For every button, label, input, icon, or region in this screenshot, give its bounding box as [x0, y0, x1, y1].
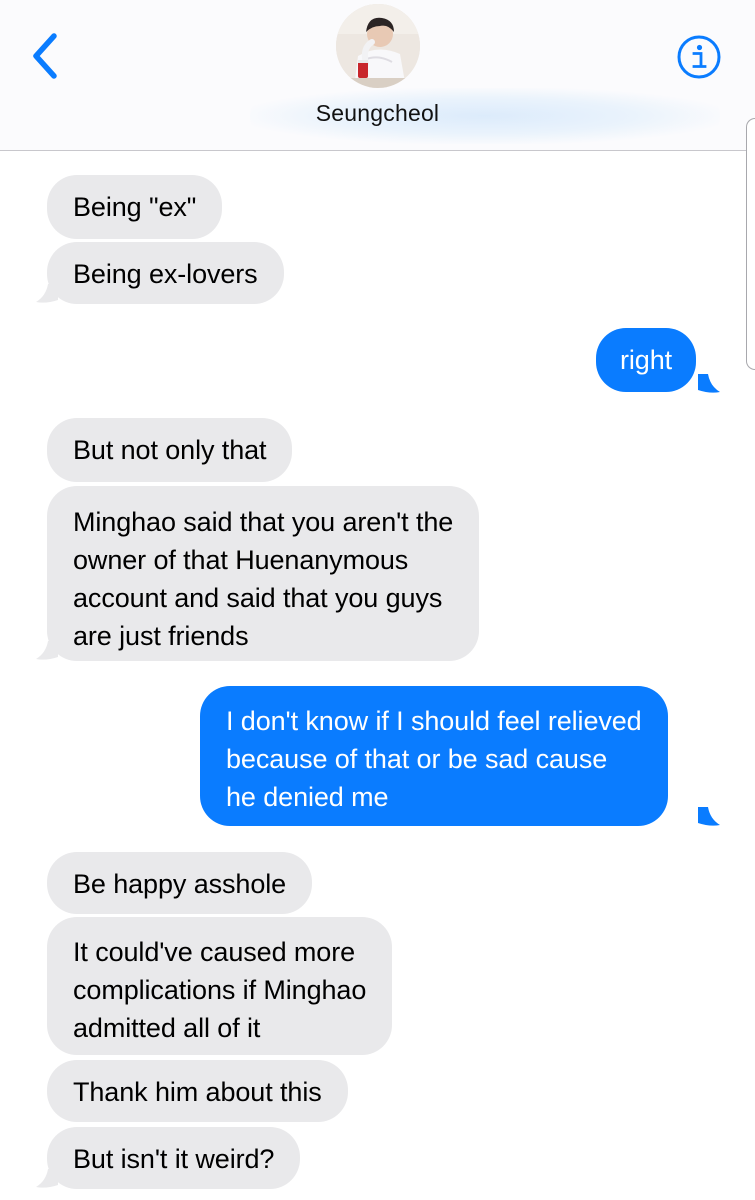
avatar[interactable]	[336, 4, 420, 88]
conversation-header: Seungcheol	[0, 0, 755, 150]
outgoing-bubble-tail	[698, 374, 720, 394]
incoming-message[interactable]: Being ex-lovers	[47, 242, 284, 304]
incoming-message[interactable]: But not only that	[47, 418, 293, 482]
outgoing-message[interactable]: right	[596, 328, 697, 392]
info-button[interactable]	[676, 34, 722, 80]
info-circle-icon	[677, 35, 721, 79]
incoming-message[interactable]: Be happy asshole	[47, 852, 313, 914]
back-button[interactable]	[24, 30, 68, 82]
incoming-message[interactable]: But isn't it weird?	[47, 1127, 301, 1189]
message-text: Being "ex"	[73, 192, 197, 222]
outgoing-message[interactable]: I don't know if I should feel relieved b…	[200, 686, 668, 826]
message-text: Being ex-lovers	[73, 259, 258, 289]
incoming-message[interactable]: Thank him about this	[47, 1060, 348, 1122]
incoming-message[interactable]: It could've caused more complications if…	[47, 917, 393, 1055]
message-text-line: I don't know if I should feel relieved	[226, 706, 642, 736]
message-text: Thank him about this	[73, 1077, 322, 1107]
message-text-line: account and said that you guys	[73, 583, 443, 613]
message-text-line: owner of that Huenanymous	[73, 545, 409, 575]
scrollbar[interactable]	[746, 118, 755, 370]
header-divider	[0, 150, 755, 151]
message-text-line: It could've caused more	[73, 937, 356, 967]
message-text: But not only that	[73, 435, 267, 465]
message-text-line: he denied me	[226, 782, 389, 812]
message-text-line: complications if Minghao	[73, 975, 367, 1005]
message-text-line: admitted all of it	[73, 1013, 261, 1043]
message-text: But isn't it weird?	[73, 1144, 275, 1174]
chevron-left-icon	[33, 33, 57, 79]
incoming-message[interactable]: Being "ex"	[47, 175, 223, 239]
message-text-line: Minghao said that you aren't the	[73, 507, 454, 537]
contact-name[interactable]: Seungcheol	[0, 100, 755, 127]
message-text: right	[620, 345, 673, 375]
outgoing-bubble-tail	[698, 807, 720, 827]
message-text-line: because of that or be sad cause	[226, 744, 608, 774]
message-text-line: are just friends	[73, 621, 249, 651]
incoming-message[interactable]: Minghao said that you aren't the owner o…	[47, 486, 480, 661]
message-text: Be happy asshole	[73, 869, 287, 899]
contact-photo	[336, 4, 420, 88]
